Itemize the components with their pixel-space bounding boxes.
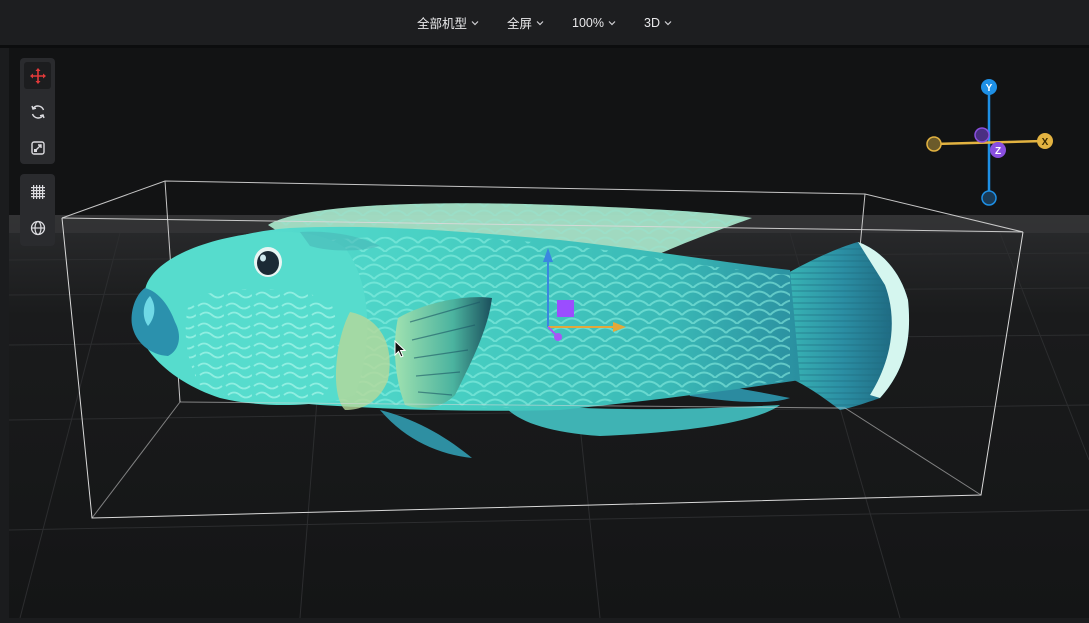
globe-icon <box>30 220 46 236</box>
bottom-edge <box>0 618 1089 623</box>
move-icon <box>29 67 47 85</box>
scale-icon <box>30 140 46 156</box>
rotate-tool-button[interactable] <box>24 98 51 125</box>
transform-tools <box>20 58 55 164</box>
neg-z-axis-handle[interactable] <box>974 127 990 143</box>
scale-tool-button[interactable] <box>24 134 51 161</box>
y-axis-label: Y <box>986 83 993 94</box>
rotate-icon <box>30 104 46 120</box>
device-model-dropdown[interactable]: 全部机型 <box>407 9 489 36</box>
grid-icon <box>30 184 46 200</box>
x-axis-handle[interactable]: X <box>1037 133 1053 149</box>
z-axis-handle[interactable]: Z <box>990 142 1006 158</box>
mouse-cursor-icon <box>394 340 407 358</box>
left-edge <box>0 48 9 623</box>
z-axis-label: Z <box>995 146 1001 157</box>
view-mode-label: 3D <box>644 15 660 30</box>
top-toolbar: 全部机型 全屏 100% 3D <box>0 0 1089 46</box>
chevron-down-icon <box>608 19 616 27</box>
x-axis-label: X <box>1042 137 1049 148</box>
move-tool-button[interactable] <box>24 62 51 89</box>
y-axis-handle[interactable]: Y <box>981 79 997 95</box>
device-model-label: 全部机型 <box>417 17 468 31</box>
zoom-dropdown[interactable]: 100% <box>562 12 626 34</box>
fullscreen-label: 全屏 <box>507 17 533 31</box>
view-tools <box>20 174 55 246</box>
zoom-label: 100% <box>572 15 605 30</box>
3d-editor-app: 全部机型 全屏 100% 3D Y X Z <box>0 0 1089 623</box>
neg-y-axis-handle[interactable] <box>981 190 997 206</box>
neg-x-axis-handle[interactable] <box>926 136 942 152</box>
view-mode-dropdown[interactable]: 3D <box>634 12 682 34</box>
fullscreen-dropdown[interactable]: 全屏 <box>497 9 554 36</box>
world-space-button[interactable] <box>24 214 51 241</box>
grid-toggle-button[interactable] <box>24 178 51 205</box>
axis-gizmo[interactable]: Y X Z <box>920 75 1060 210</box>
chevron-down-icon <box>664 19 672 27</box>
chevron-down-icon <box>471 19 479 27</box>
chevron-down-icon <box>536 19 544 27</box>
